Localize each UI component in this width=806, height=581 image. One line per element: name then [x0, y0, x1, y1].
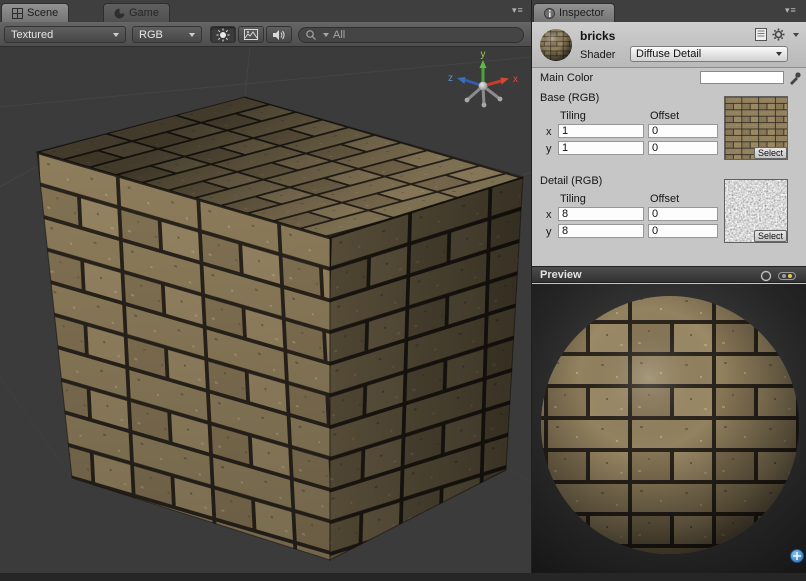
inspector-tabstrip: Inspector ▾≡ [532, 0, 806, 22]
chevron-down-icon[interactable] [793, 33, 799, 37]
material-preview[interactable] [532, 284, 806, 573]
preview-title: Preview [540, 269, 582, 281]
base-texture-thumbnail[interactable]: Select [724, 96, 788, 160]
detail-offset-x-input[interactable] [648, 207, 718, 221]
speaker-icon [272, 29, 286, 41]
detail-section-label: Detail (RGB) [540, 175, 602, 187]
base-row-x-label: x [546, 126, 552, 138]
preview-sphere [532, 284, 806, 573]
channel-mode-dropdown[interactable]: RGB [132, 26, 202, 43]
inspector-panel: Inspector ▾≡ [532, 0, 806, 573]
unity-editor-window: Scene Game ▾≡ Textured RGB [0, 0, 806, 581]
inspector-icon [544, 8, 555, 19]
chevron-down-icon [113, 33, 119, 37]
material-header: bricks Shader Diffuse Detail [532, 22, 806, 68]
shader-value: Diffuse Detail [636, 48, 701, 60]
shader-dropdown[interactable]: Diffuse Detail [630, 46, 788, 62]
detail-select-button[interactable]: Select [754, 230, 787, 242]
base-offset-x-input[interactable] [648, 124, 718, 138]
main-color-label: Main Color [540, 72, 593, 84]
gear-icon[interactable] [772, 28, 785, 41]
tab-game-label: Game [129, 7, 159, 19]
skybox-toggle-button[interactable] [238, 26, 264, 43]
scene-toolbar: Textured RGB [0, 22, 531, 47]
panel-menu-icon[interactable]: ▾≡ [785, 5, 797, 16]
base-section-label: Base (RGB) [540, 92, 599, 104]
axis-x-label[interactable]: x [513, 74, 518, 85]
material-name: bricks [580, 29, 615, 43]
axis-y-label[interactable]: y [481, 49, 486, 60]
base-tiling-y-input[interactable] [558, 141, 644, 155]
panel-menu-icon[interactable]: ▾≡ [512, 5, 524, 16]
base-offset-y-input[interactable] [648, 141, 718, 155]
zoom-plus-icon[interactable] [790, 549, 804, 563]
tab-scene[interactable]: Scene [1, 3, 69, 22]
sun-icon [216, 28, 230, 42]
audio-toggle-button[interactable] [266, 26, 292, 43]
doc-icon[interactable] [754, 28, 768, 41]
tab-inspector[interactable]: Inspector [533, 3, 615, 22]
base-offset-header: Offset [650, 110, 679, 122]
channel-mode-label: RGB [139, 29, 163, 41]
window-bottom-edge [0, 573, 806, 581]
detail-tiling-header: Tiling [560, 193, 586, 205]
axis-z-label[interactable]: z [448, 73, 453, 84]
detail-tiling-x-input[interactable] [558, 207, 644, 221]
detail-offset-header: Offset [650, 193, 679, 205]
grid-icon [12, 8, 23, 19]
tab-inspector-label: Inspector [559, 7, 604, 19]
lighting-toggle-button[interactable] [210, 26, 236, 43]
tab-game[interactable]: Game [103, 3, 170, 22]
scene-search-input[interactable] [333, 29, 503, 41]
scene-search [298, 27, 524, 43]
material-properties: Main Color Base (RGB) [532, 68, 806, 266]
detail-texture-thumbnail[interactable]: Select [724, 179, 788, 243]
scene-tabstrip: Scene Game ▾≡ [0, 0, 531, 22]
material-ball-thumbnail[interactable] [538, 27, 574, 63]
chevron-down-icon [189, 33, 195, 37]
brick-cube [37, 97, 523, 560]
base-row-y-label: y [546, 143, 552, 155]
tab-scene-label: Scene [27, 7, 58, 19]
base-tiling-header: Tiling [560, 110, 586, 122]
gamepad-icon [114, 8, 125, 19]
main-color-swatch[interactable] [700, 71, 784, 84]
image-icon [244, 29, 258, 40]
chevron-down-icon [323, 33, 329, 37]
detail-row-y-label: y [546, 226, 552, 238]
detail-offset-y-input[interactable] [648, 224, 718, 238]
scene-canvas: y x z [0, 47, 531, 573]
eyedropper-icon[interactable] [788, 70, 801, 85]
preview-dots-toggle-icon[interactable] [778, 270, 796, 282]
preview-circle-toggle-icon[interactable] [760, 270, 772, 282]
base-tiling-x-input[interactable] [558, 124, 644, 138]
preview-header[interactable]: Preview [532, 266, 806, 283]
base-select-button[interactable]: Select [754, 147, 787, 159]
shader-label: Shader [580, 49, 615, 61]
detail-row-x-label: x [546, 209, 552, 221]
render-mode-label: Textured [11, 29, 53, 41]
detail-tiling-y-input[interactable] [558, 224, 644, 238]
scene-viewport[interactable]: y x z [0, 47, 531, 573]
chevron-down-icon [776, 52, 782, 56]
search-icon [305, 29, 317, 41]
render-mode-dropdown[interactable]: Textured [4, 26, 126, 43]
